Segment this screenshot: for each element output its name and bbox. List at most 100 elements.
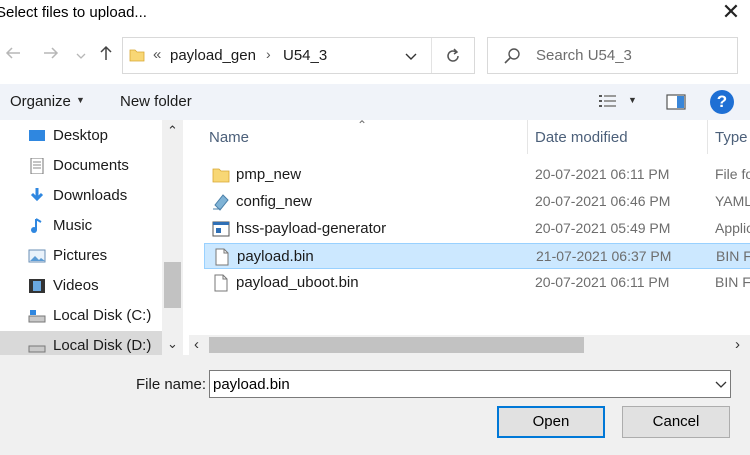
- file-date: 20-07-2021 06:11 PM: [535, 274, 670, 290]
- back-arrow-icon: [5, 47, 20, 59]
- open-button[interactable]: Open: [497, 406, 605, 438]
- file-icon: [214, 274, 228, 292]
- file-name-value[interactable]: payload.bin: [213, 376, 290, 393]
- folder-icon: [129, 49, 145, 62]
- forward-arrow-icon: [44, 47, 59, 59]
- view-options-icon[interactable]: [598, 93, 618, 111]
- preview-pane-icon[interactable]: [666, 93, 686, 111]
- drive-icon: [28, 345, 46, 353]
- close-button[interactable]: ✕: [720, 0, 742, 26]
- refresh-icon: [447, 48, 459, 62]
- file-date: 21-07-2021 06:37 PM: [536, 248, 672, 264]
- desktop-icon: [29, 130, 45, 141]
- toolbar: Organize ▼ New folder ▼ ?: [0, 84, 750, 120]
- breadcrumb-u54-3[interactable]: U54_3: [283, 47, 327, 64]
- organize-button[interactable]: Organize: [10, 93, 71, 110]
- file-name-label: File name:: [136, 376, 207, 393]
- file-date: 20-07-2021 05:49 PM: [535, 220, 671, 236]
- file-type: BIN Fi: [715, 274, 750, 290]
- sidebar-item-label: Local Disk (D:): [53, 337, 152, 354]
- music-icon: [31, 218, 42, 233]
- sidebar-item-music[interactable]: Music: [0, 211, 162, 241]
- address-divider: [431, 38, 432, 73]
- file-name: payload.bin: [237, 248, 314, 265]
- sidebar-item-label: Pictures: [53, 247, 108, 264]
- navigation-pane: Desktop Documents Downloads Music Pictur…: [0, 120, 183, 355]
- search-icon: [504, 48, 520, 64]
- sidebar-item-pictures[interactable]: Pictures: [0, 241, 162, 271]
- column-header-type[interactable]: Type: [715, 129, 748, 146]
- sidebar-item-desktop[interactable]: Desktop: [0, 121, 162, 151]
- search-box[interactable]: Search U54_3: [487, 37, 738, 74]
- address-bar[interactable]: « payload_gen › U54_3: [122, 37, 475, 74]
- sidebar-item-label: Local Disk (C:): [53, 307, 152, 324]
- sort-ascending-icon: ⌃: [357, 120, 368, 132]
- sidebar-item-local-disk-d[interactable]: Local Disk (D:): [0, 331, 162, 355]
- file-row[interactable]: config_new 20-07-2021 06:46 PM YAML: [204, 189, 750, 215]
- sidebar-item-videos[interactable]: Videos: [0, 271, 162, 301]
- sidebar-item-label: Documents: [53, 157, 129, 174]
- file-date: 20-07-2021 06:11 PM: [535, 166, 670, 182]
- file-type: File fo: [715, 166, 750, 182]
- chevron-down-icon[interactable]: [713, 375, 729, 393]
- documents-icon: [30, 158, 44, 174]
- search-input[interactable]: Search U54_3: [536, 47, 632, 64]
- column-divider[interactable]: [527, 120, 528, 154]
- up-arrow-icon: [100, 45, 112, 60]
- scroll-up-icon[interactable]: ⌃: [167, 123, 178, 139]
- sidebar-item-label: Music: [53, 217, 93, 234]
- new-folder-button[interactable]: New folder: [120, 93, 192, 110]
- yaml-file-icon: [213, 194, 229, 211]
- sidebar-item-label: Downloads: [53, 187, 128, 204]
- file-type: YAML: [715, 193, 750, 209]
- drive-icon: [28, 310, 46, 323]
- bottom-pane: File name: payload.bin Open Cancel: [0, 355, 750, 455]
- folder-icon: [212, 168, 230, 183]
- horizontal-scrollbar[interactable]: ‹ ›: [189, 335, 750, 355]
- help-icon[interactable]: ?: [710, 90, 734, 114]
- column-header-date[interactable]: Date modified: [535, 129, 628, 146]
- scroll-down-icon[interactable]: ⌄: [167, 336, 178, 352]
- sidebar-item-local-disk-c[interactable]: Local Disk (C:): [0, 301, 162, 331]
- file-type: Applic: [715, 220, 750, 236]
- file-row[interactable]: payload_uboot.bin 20-07-2021 06:11 PM BI…: [204, 270, 750, 296]
- view-caret-icon[interactable]: ▼: [628, 95, 637, 105]
- column-header-name[interactable]: Name: [209, 129, 249, 146]
- file-name: pmp_new: [236, 166, 302, 183]
- sidebar-item-label: Desktop: [53, 127, 109, 144]
- recent-locations-button[interactable]: [70, 43, 92, 69]
- file-date: 20-07-2021 06:46 PM: [535, 193, 671, 209]
- file-name: config_new: [236, 193, 312, 210]
- sidebar-item-documents[interactable]: Documents: [0, 151, 162, 181]
- file-row-selected[interactable]: payload.bin 21-07-2021 06:37 PM BIN Fi: [204, 243, 750, 269]
- sidebar-item-downloads[interactable]: Downloads: [0, 181, 162, 211]
- forward-button[interactable]: [40, 43, 62, 69]
- file-name-input[interactable]: payload.bin: [209, 370, 731, 398]
- file-icon: [215, 248, 229, 266]
- window-title: Select files to upload...: [0, 4, 147, 21]
- file-list: ⌃ Name Date modified Type pmp_new 20-07-…: [189, 120, 750, 335]
- cancel-button[interactable]: Cancel: [622, 406, 730, 438]
- downloads-icon: [30, 188, 44, 202]
- up-button[interactable]: [95, 43, 117, 69]
- column-divider[interactable]: [707, 120, 708, 154]
- scrollbar-thumb[interactable]: [209, 337, 584, 353]
- breadcrumb-payload-gen[interactable]: payload_gen: [170, 47, 256, 64]
- breadcrumb-overflow[interactable]: «: [153, 46, 161, 63]
- scroll-right-icon[interactable]: ›: [735, 336, 740, 353]
- breadcrumb-separator[interactable]: ›: [266, 46, 271, 62]
- sidebar-item-label: Videos: [53, 277, 99, 294]
- scroll-left-icon[interactable]: ‹: [194, 336, 199, 353]
- file-row[interactable]: hss-payload-generator 20-07-2021 05:49 P…: [204, 216, 750, 242]
- back-button[interactable]: [2, 43, 24, 69]
- application-icon: [212, 221, 230, 237]
- close-icon: ✕: [721, 0, 741, 24]
- file-row[interactable]: pmp_new 20-07-2021 06:11 PM File fo: [204, 162, 750, 188]
- caret-down-icon: ▼: [76, 95, 85, 105]
- sidebar-scrollbar[interactable]: ⌃ ⌄: [162, 120, 183, 355]
- address-dropdown-icon[interactable]: [401, 46, 421, 66]
- chevron-down-icon: [76, 53, 86, 59]
- file-name: payload_uboot.bin: [236, 274, 359, 291]
- refresh-button[interactable]: [441, 44, 465, 68]
- scrollbar-thumb[interactable]: [164, 262, 181, 308]
